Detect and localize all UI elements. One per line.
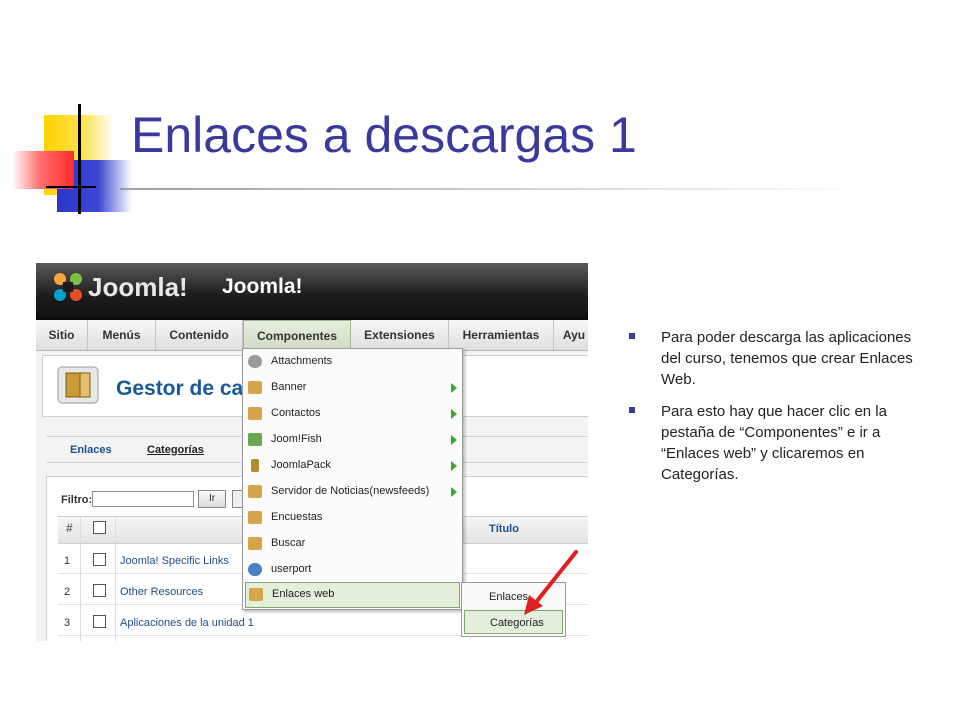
slide-title: Enlaces a descargas 1: [131, 107, 637, 163]
bullet-item: Para poder descarga las aplicaciones del…: [625, 327, 915, 390]
bullet-text: Para poder descarga las aplicaciones del…: [661, 329, 913, 388]
decor-red-bar: [12, 151, 74, 189]
bullet-square-icon: [629, 333, 635, 339]
decor-horizontal-line: [46, 186, 96, 188]
bullet-text: Para esto hay que hacer clic en la pesta…: [661, 403, 887, 483]
slide-bullets: Para poder descarga las aplicaciones del…: [625, 327, 915, 496]
decor-vertical-line: [78, 104, 81, 214]
bullet-square-icon: [629, 407, 635, 413]
joomla-screenshot: Joomla! Joomla! Sitio Menús Contenido Co…: [36, 263, 588, 641]
red-arrow-icon: [524, 550, 578, 615]
title-underline: [120, 188, 870, 190]
bullet-item: Para esto hay que hacer clic en la pesta…: [625, 401, 915, 485]
